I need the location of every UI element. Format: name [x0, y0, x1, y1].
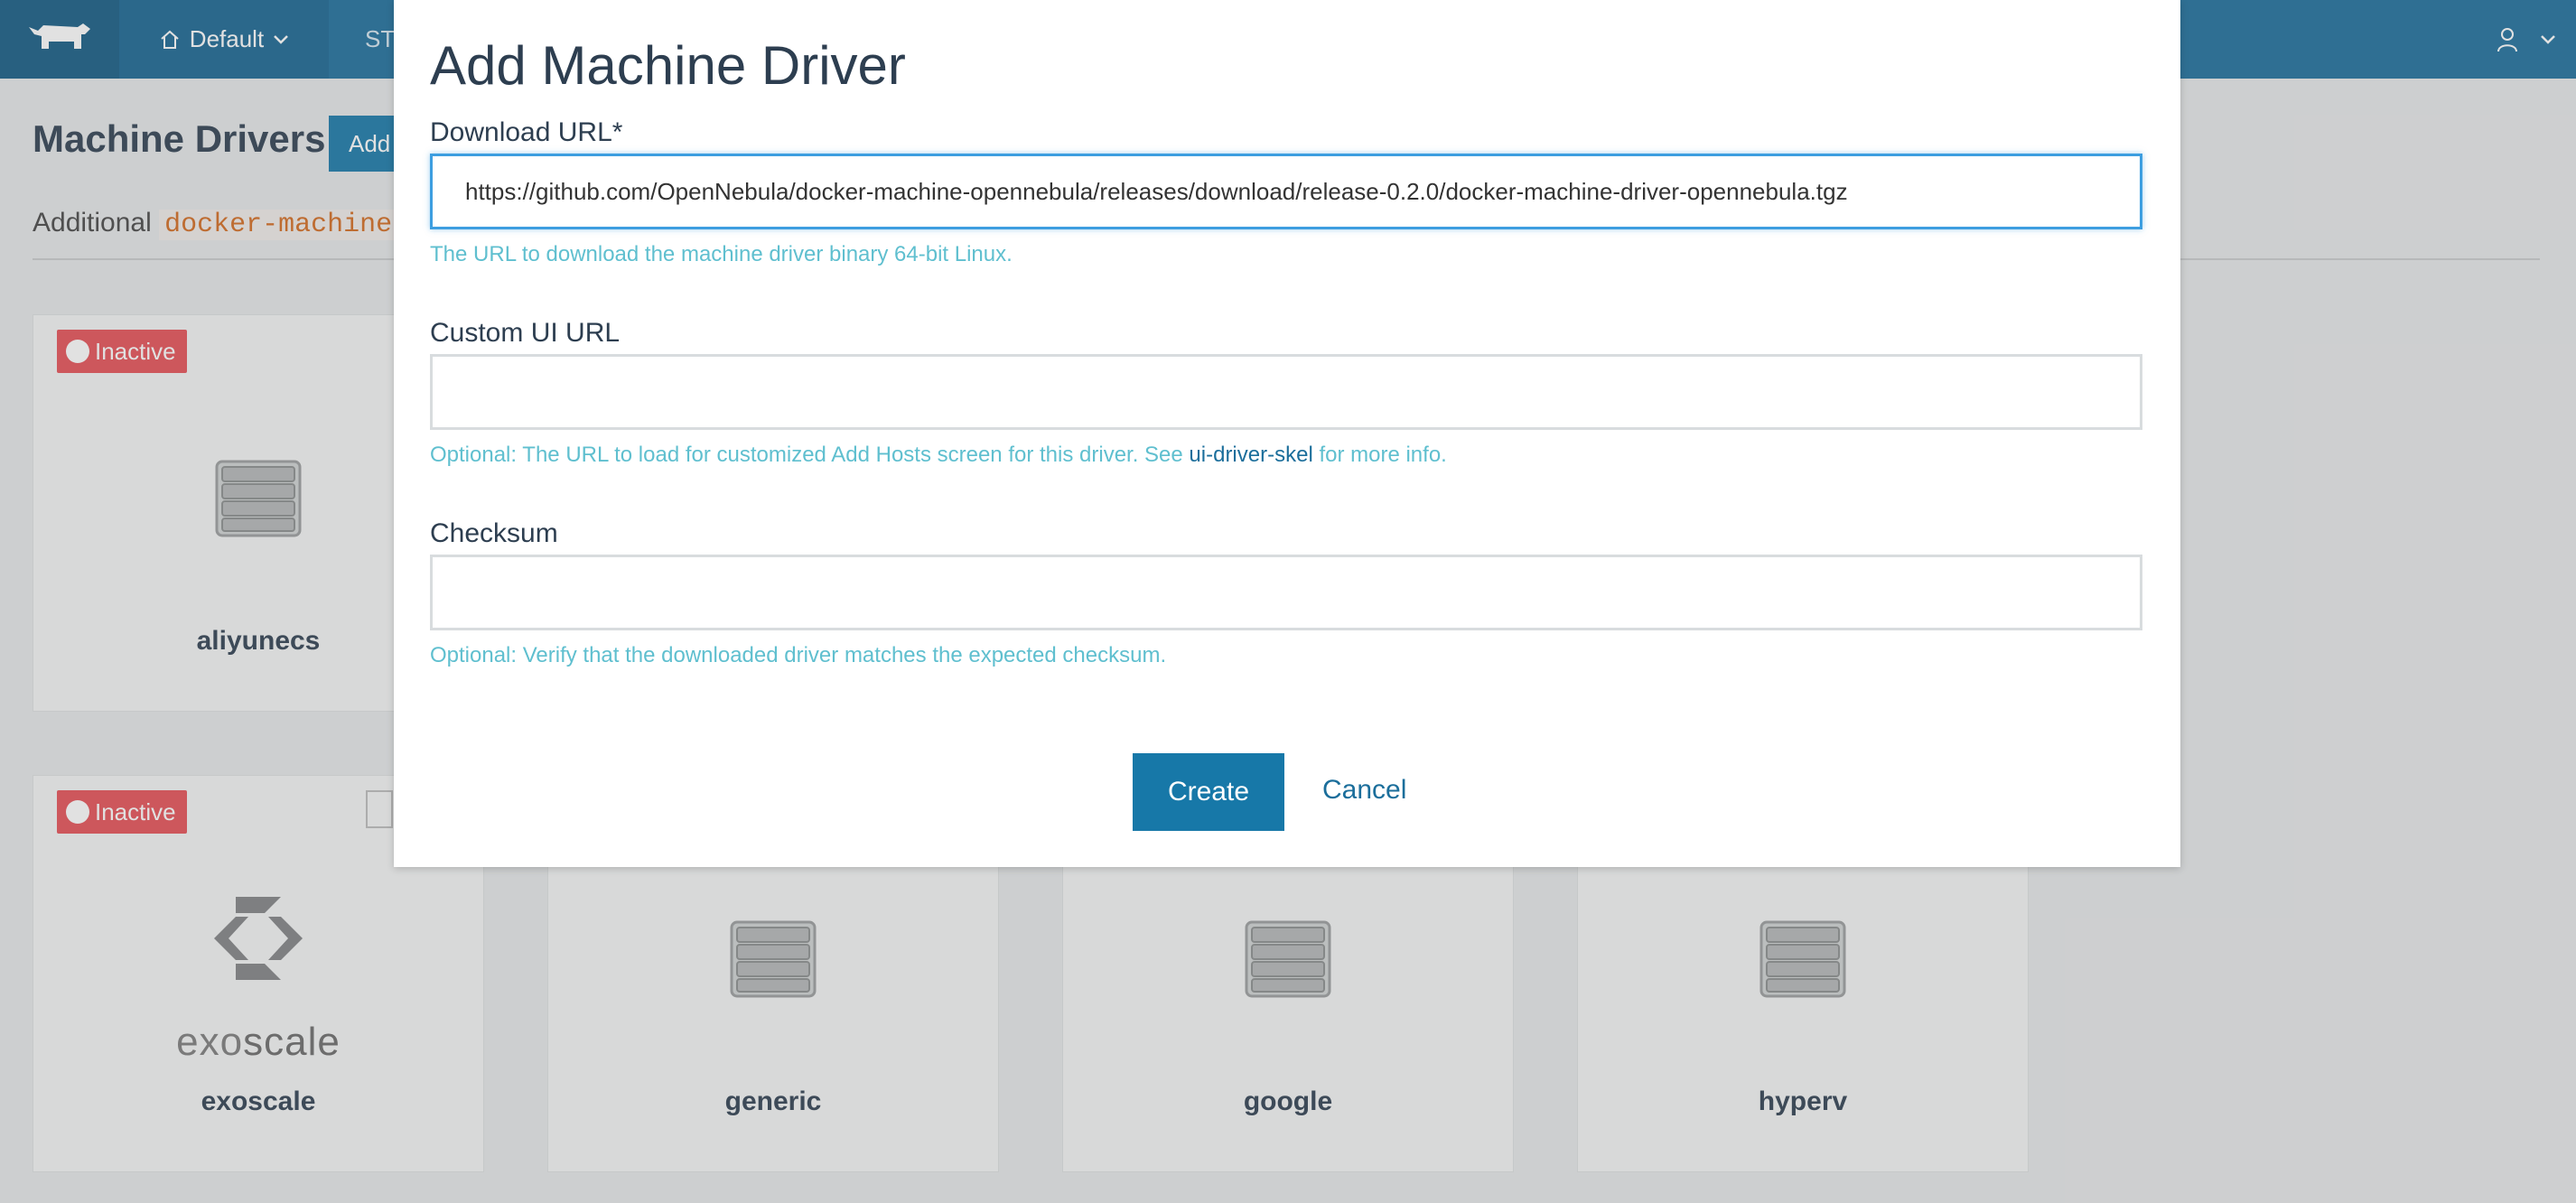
modal-title: Add Machine Driver	[430, 35, 906, 96]
ui-driver-skel-link[interactable]: ui-driver-skel	[1189, 443, 1312, 467]
custom-ui-url-help-prefix: Optional: The URL to load for customized…	[430, 443, 1183, 467]
cancel-link[interactable]: Cancel	[1322, 775, 1406, 806]
checksum-label: Checksum	[430, 518, 558, 548]
download-url-label: Download URL*	[430, 117, 623, 147]
custom-ui-url-input[interactable]	[430, 354, 2142, 430]
custom-ui-url-help: Optional: The URL to load for customized…	[430, 443, 1447, 468]
download-url-input[interactable]	[430, 154, 2142, 229]
checksum-input[interactable]	[430, 555, 2142, 630]
custom-ui-url-label: Custom UI URL	[430, 318, 621, 348]
checksum-help: Optional: Verify that the downloaded dri…	[430, 643, 1167, 667]
download-url-help: The URL to download the machine driver b…	[430, 242, 1013, 266]
add-machine-driver-modal: Add Machine Driver Download URL* The URL…	[394, 0, 2180, 867]
custom-ui-url-help-suffix: for more info.	[1319, 443, 1447, 467]
create-button[interactable]: Create	[1133, 753, 1284, 831]
